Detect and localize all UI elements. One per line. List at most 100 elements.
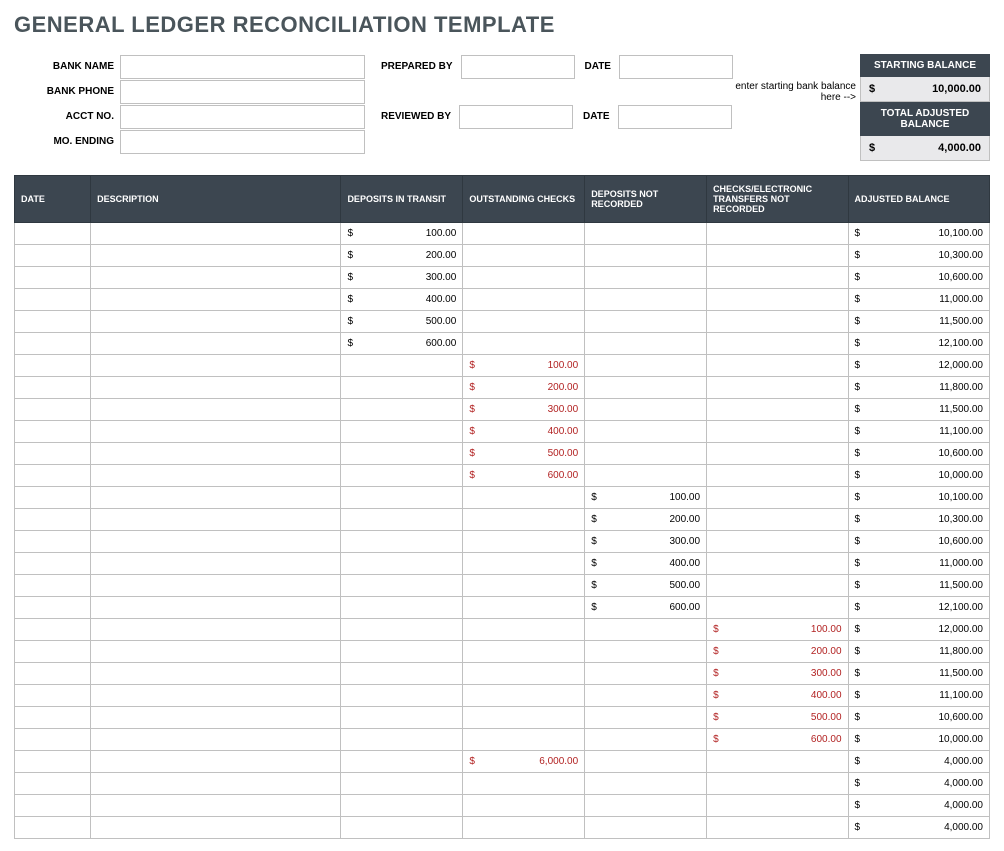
cell-date[interactable] — [15, 729, 91, 751]
input-acct-no[interactable] — [120, 105, 365, 129]
cell[interactable] — [341, 553, 463, 575]
cell[interactable] — [707, 817, 848, 839]
cell[interactable]: $12,100.00 — [848, 597, 989, 619]
cell[interactable] — [707, 575, 848, 597]
cell[interactable] — [585, 663, 707, 685]
cell[interactable] — [341, 377, 463, 399]
cell[interactable]: $4,000.00 — [848, 773, 989, 795]
cell[interactable]: $10,600.00 — [848, 267, 989, 289]
cell-description[interactable] — [91, 399, 341, 421]
cell-date[interactable] — [15, 619, 91, 641]
cell-date[interactable] — [15, 421, 91, 443]
cell-date[interactable] — [15, 509, 91, 531]
cell[interactable]: $4,000.00 — [848, 795, 989, 817]
cell-description[interactable] — [91, 531, 341, 553]
cell-description[interactable] — [91, 685, 341, 707]
cell[interactable]: $600.00 — [341, 333, 463, 355]
cell-date[interactable] — [15, 817, 91, 839]
cell[interactable]: $4,000.00 — [848, 817, 989, 839]
cell[interactable]: $10,300.00 — [848, 245, 989, 267]
cell[interactable]: $200.00 — [707, 641, 848, 663]
cell[interactable] — [341, 817, 463, 839]
cell-description[interactable] — [91, 377, 341, 399]
cell[interactable] — [585, 773, 707, 795]
cell[interactable]: $10,000.00 — [848, 465, 989, 487]
cell[interactable] — [585, 267, 707, 289]
cell[interactable]: $10,600.00 — [848, 707, 989, 729]
cell[interactable] — [463, 311, 585, 333]
cell[interactable]: $12,100.00 — [848, 333, 989, 355]
cell[interactable] — [463, 817, 585, 839]
cell[interactable] — [707, 223, 848, 245]
cell-description[interactable] — [91, 443, 341, 465]
cell[interactable] — [585, 399, 707, 421]
cell[interactable]: $100.00 — [585, 487, 707, 509]
cell[interactable] — [341, 641, 463, 663]
cell-date[interactable] — [15, 289, 91, 311]
cell[interactable] — [463, 619, 585, 641]
cell[interactable] — [585, 245, 707, 267]
cell[interactable]: $10,600.00 — [848, 531, 989, 553]
cell-description[interactable] — [91, 707, 341, 729]
cell-description[interactable] — [91, 773, 341, 795]
cell-description[interactable] — [91, 729, 341, 751]
cell[interactable]: $600.00 — [585, 597, 707, 619]
cell[interactable] — [463, 223, 585, 245]
cell[interactable]: $200.00 — [463, 377, 585, 399]
cell-description[interactable] — [91, 487, 341, 509]
cell[interactable]: $12,000.00 — [848, 355, 989, 377]
cell-date[interactable] — [15, 267, 91, 289]
cell[interactable] — [463, 333, 585, 355]
cell[interactable]: $100.00 — [707, 619, 848, 641]
cell[interactable] — [463, 597, 585, 619]
cell[interactable] — [463, 685, 585, 707]
cell[interactable] — [585, 333, 707, 355]
cell[interactable] — [707, 399, 848, 421]
cell[interactable]: $10,100.00 — [848, 487, 989, 509]
cell-description[interactable] — [91, 817, 341, 839]
cell[interactable]: $6,000.00 — [463, 751, 585, 773]
cell[interactable] — [707, 355, 848, 377]
cell-description[interactable] — [91, 245, 341, 267]
cell[interactable] — [707, 333, 848, 355]
cell[interactable] — [707, 267, 848, 289]
cell-description[interactable] — [91, 597, 341, 619]
cell[interactable]: $500.00 — [585, 575, 707, 597]
cell[interactable] — [707, 377, 848, 399]
cell[interactable]: $11,000.00 — [848, 553, 989, 575]
cell[interactable]: $10,600.00 — [848, 443, 989, 465]
cell[interactable] — [463, 707, 585, 729]
cell-date[interactable] — [15, 355, 91, 377]
cell-description[interactable] — [91, 267, 341, 289]
cell[interactable]: $300.00 — [463, 399, 585, 421]
cell-date[interactable] — [15, 553, 91, 575]
cell[interactable] — [341, 487, 463, 509]
input-mo-ending[interactable] — [120, 130, 365, 154]
cell[interactable] — [707, 795, 848, 817]
cell-date[interactable] — [15, 795, 91, 817]
cell[interactable]: $400.00 — [341, 289, 463, 311]
starting-balance-value[interactable]: $ 10,000.00 — [860, 77, 990, 102]
cell-date[interactable] — [15, 597, 91, 619]
input-prepared-by[interactable] — [461, 55, 575, 79]
cell-date[interactable] — [15, 773, 91, 795]
cell[interactable] — [463, 663, 585, 685]
cell[interactable]: $10,000.00 — [848, 729, 989, 751]
cell[interactable]: $10,300.00 — [848, 509, 989, 531]
cell[interactable]: $11,000.00 — [848, 289, 989, 311]
cell-date[interactable] — [15, 311, 91, 333]
cell[interactable]: $300.00 — [341, 267, 463, 289]
cell-date[interactable] — [15, 641, 91, 663]
cell[interactable]: $100.00 — [463, 355, 585, 377]
cell-date[interactable] — [15, 443, 91, 465]
cell[interactable] — [585, 707, 707, 729]
cell[interactable]: $11,500.00 — [848, 575, 989, 597]
cell[interactable]: $11,100.00 — [848, 685, 989, 707]
cell[interactable]: $11,500.00 — [848, 663, 989, 685]
cell[interactable]: $300.00 — [707, 663, 848, 685]
cell[interactable] — [463, 509, 585, 531]
cell-date[interactable] — [15, 245, 91, 267]
cell-date[interactable] — [15, 575, 91, 597]
cell-date[interactable] — [15, 685, 91, 707]
cell[interactable] — [341, 773, 463, 795]
